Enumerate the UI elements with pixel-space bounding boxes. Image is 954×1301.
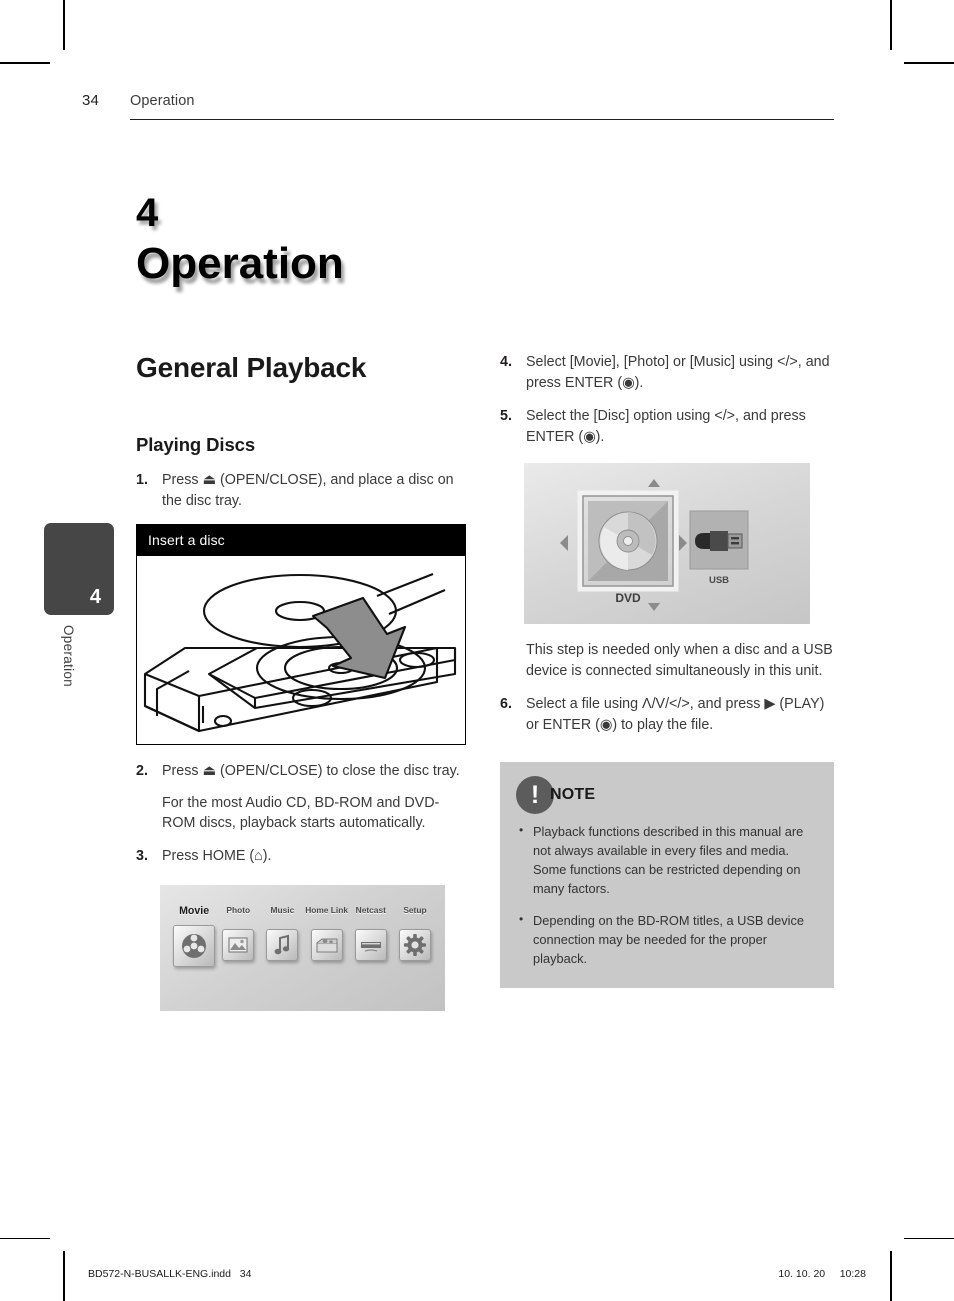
crop-mark-right-top	[904, 62, 954, 64]
crop-mark-top-left	[63, 0, 65, 50]
note-title: NOTE	[550, 785, 596, 803]
footer-filename: BD572-N-BUSALLK-ENG.indd 34	[88, 1268, 252, 1280]
chapter-number: 4	[136, 191, 159, 235]
bullet-marker: •	[519, 822, 524, 837]
arrow-right-icon	[679, 535, 687, 552]
side-tab-label: Operation	[61, 625, 76, 687]
step-text: Press HOME (⌂).	[162, 848, 272, 865]
chapter-name: Operation	[136, 239, 344, 288]
step-marker: 5.	[500, 407, 512, 424]
home-menu-item-photo[interactable]: Photo	[216, 905, 260, 967]
home-menu-label: Photo	[226, 905, 251, 916]
header-rule	[130, 119, 834, 120]
header-section-title: Operation	[130, 93, 195, 109]
figure-insert-disc: Insert a disc	[136, 523, 466, 745]
netcast-icon	[354, 929, 387, 962]
side-tab-number: 4	[89, 586, 101, 608]
step-text: Select the [Disc] option using </>, and …	[526, 407, 806, 445]
home-menu-label: Music	[270, 905, 295, 916]
source-label-usb: USB	[709, 575, 729, 586]
step-marker: 1.	[136, 472, 148, 488]
home-menu-items: Movie Photo Music Home Link Netcast Setu…	[172, 905, 437, 968]
home-menu-item-music[interactable]: Music	[260, 905, 304, 967]
step-item: 5. Select the [Disc] option using </>, a…	[500, 406, 834, 448]
home-menu-item-home-link[interactable]: Home Link	[305, 905, 349, 967]
crop-mark-top-right	[890, 0, 892, 50]
step-item: 6. Select a file using Λ/V/</>, and pres…	[500, 694, 834, 736]
arrow-down-icon	[648, 603, 660, 612]
source-select-note: This step is needed only when a disc and…	[526, 642, 833, 680]
home-link-icon	[310, 929, 343, 962]
crop-mark-left-top	[0, 62, 50, 64]
step-text: Select a file using Λ/V/</>, and press ▶…	[526, 696, 825, 734]
note-bullet-text: Depending on the BD-ROM titles, a USB de…	[533, 912, 804, 966]
movie-reel-icon	[173, 925, 216, 968]
exclamation-icon: !	[516, 775, 554, 814]
note-box: ! NOTE • Playback functions described in…	[500, 761, 834, 989]
step-item: 3. Press HOME (⌂).	[136, 846, 470, 867]
step-marker: 3.	[136, 848, 148, 865]
step-item: 4. Select [Movie], [Photo] or [Music] us…	[500, 352, 834, 394]
note-bullet: • Playback functions described in this m…	[516, 822, 818, 899]
footer-timestamp: 10. 10. 20 10:28	[778, 1268, 866, 1280]
usb-connector-icon	[695, 531, 743, 552]
steps-list-right-continued: 6. Select a file using Λ/V/</>, and pres…	[500, 694, 834, 736]
step-text: Press ⏏ (OPEN/CLOSE), and place a disc o…	[162, 472, 454, 509]
home-menu-label: Movie	[179, 905, 210, 918]
source-select-artwork: DVD USB	[560, 479, 749, 612]
figure-source-select: DVD USB	[524, 463, 810, 625]
crop-mark-bottom-left	[63, 1251, 65, 1301]
bullet-marker: •	[519, 911, 524, 926]
source-label-dvd: DVD	[615, 591, 641, 605]
crop-mark-right-bottom	[904, 1237, 954, 1239]
steps-list-left: 1. Press ⏏ (OPEN/CLOSE), and place a dis…	[136, 470, 470, 512]
right-column: 4. Select [Movie], [Photo] or [Music] us…	[500, 352, 834, 989]
home-menu-item-netcast[interactable]: Netcast	[349, 905, 393, 967]
steps-list-left-continued: 2. Press ⏏ (OPEN/CLOSE) to close the dis…	[136, 761, 470, 867]
step-extra-text: For the most Audio CD, BD-ROM and DVD-RO…	[162, 794, 440, 832]
page-header: 34 Operation	[82, 92, 834, 124]
step-item: 2. Press ⏏ (OPEN/CLOSE) to close the dis…	[136, 761, 470, 835]
disc-tray-illustration	[137, 556, 465, 744]
figure-home-menu: Movie Photo Music Home Link Netcast Setu…	[160, 885, 445, 1012]
note-header: ! NOTE	[516, 775, 818, 814]
subsection-title: Playing Discs	[136, 434, 256, 455]
step-text: Select [Movie], [Photo] or [Music] using…	[526, 354, 830, 391]
home-menu-label: Home Link	[305, 905, 348, 916]
disc-tray-artwork	[143, 572, 457, 732]
step-marker: 4.	[500, 354, 512, 370]
chapter-opener: 4 Operation	[136, 193, 556, 286]
note-bullet: • Depending on the BD-ROM titles, a USB …	[516, 911, 818, 969]
gear-icon	[398, 929, 431, 962]
note-bullet-list: • Playback functions described in this m…	[516, 822, 818, 968]
home-menu-item-setup[interactable]: Setup	[393, 905, 437, 967]
music-note-icon	[266, 929, 299, 962]
arrow-left-icon	[560, 535, 568, 552]
page-title: General Playback	[136, 352, 367, 383]
page-footer: BD572-N-BUSALLK-ENG.indd 34 10. 10. 20 1…	[88, 1268, 866, 1284]
photo-icon	[222, 929, 255, 962]
figure-caption: Insert a disc	[137, 524, 465, 556]
step-marker: 6.	[500, 696, 512, 713]
step-marker: 2.	[136, 762, 148, 779]
side-tab: 4	[44, 523, 114, 615]
note-bullet-text: Playback functions described in this man…	[533, 823, 804, 897]
arrow-up-icon	[648, 479, 660, 488]
home-menu-label: Netcast	[355, 905, 386, 916]
left-column: General Playback Playing Discs 1. Press …	[136, 352, 470, 1012]
crop-mark-bottom-right	[890, 1251, 892, 1301]
step-item: 1. Press ⏏ (OPEN/CLOSE), and place a dis…	[136, 470, 470, 512]
home-menu-label: Setup	[403, 905, 427, 916]
crop-mark-left-bottom	[0, 1237, 50, 1239]
page-number: 34	[82, 92, 100, 109]
home-menu-item-movie[interactable]: Movie	[172, 905, 216, 968]
step-text: Press ⏏ (OPEN/CLOSE) to close the disc t…	[162, 762, 460, 779]
steps-list-right: 4. Select [Movie], [Photo] or [Music] us…	[500, 352, 834, 447]
